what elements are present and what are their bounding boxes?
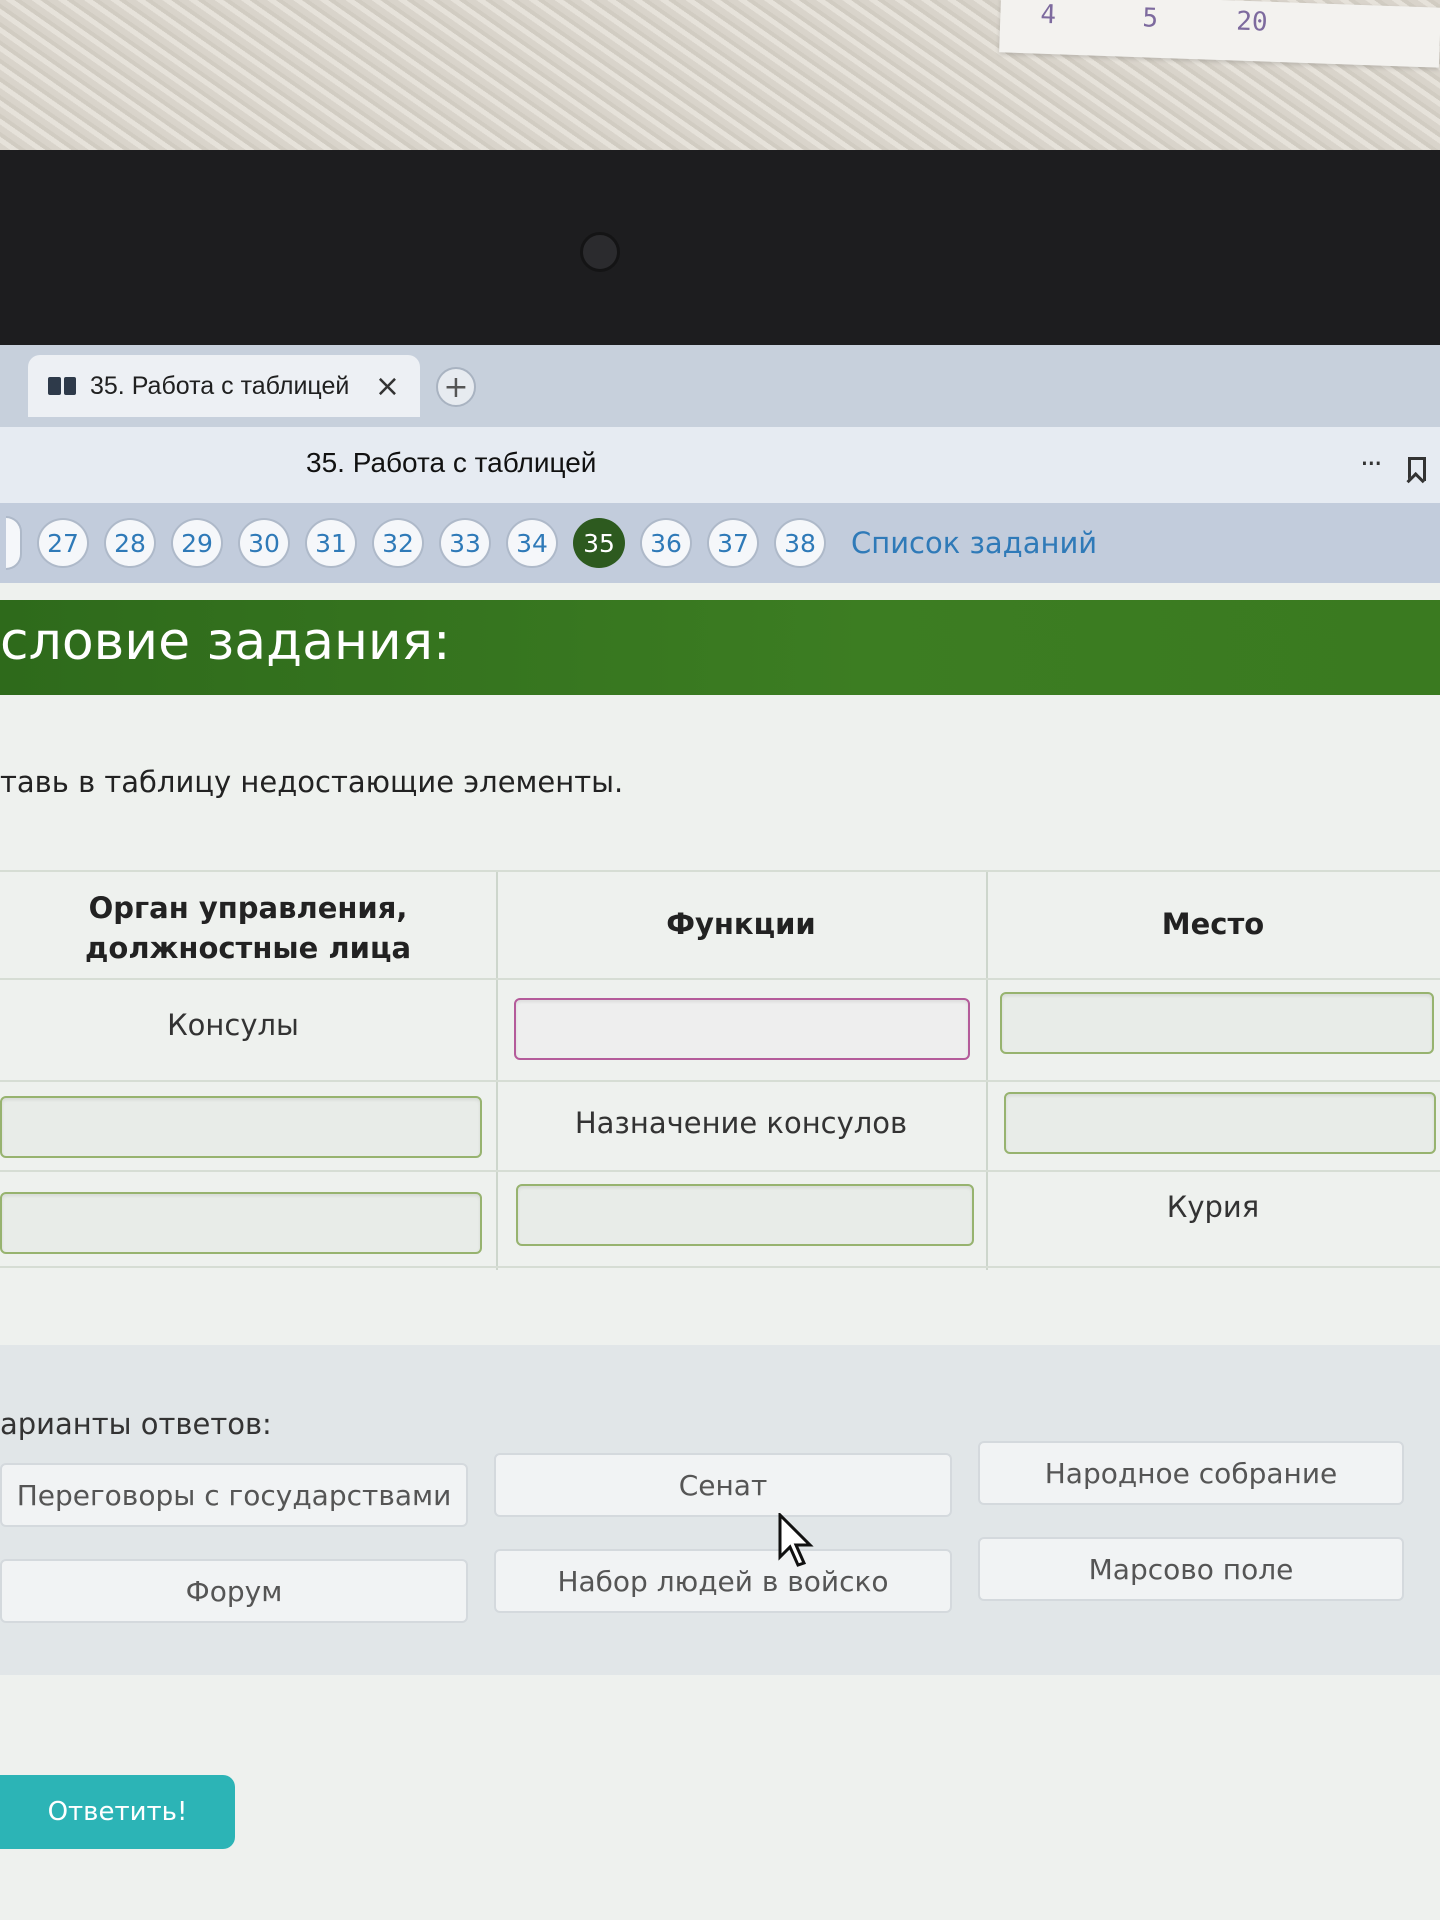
- sticky-mark: 5: [1141, 3, 1159, 34]
- task-list-link[interactable]: Список заданий: [851, 526, 1097, 560]
- answer-chip[interactable]: Переговоры с государствами: [0, 1463, 468, 1527]
- condition-header: словие задания:: [0, 600, 1440, 695]
- cell-place: Курия: [1166, 1190, 1260, 1224]
- task-number-partial[interactable]: [6, 516, 22, 570]
- answer-options-panel: арианты ответов: Переговоры с государств…: [0, 1345, 1440, 1675]
- task-number[interactable]: 31: [305, 518, 357, 568]
- column-header-organ: Орган управления, должностные лица: [0, 888, 496, 968]
- answer-chip[interactable]: Народное собрание: [978, 1441, 1404, 1505]
- bookmark-icon[interactable]: [1408, 457, 1426, 481]
- table-divider: [0, 1170, 1440, 1172]
- task-number[interactable]: 28: [104, 518, 156, 568]
- mouse-cursor-icon: [778, 1513, 814, 1567]
- task-number[interactable]: 36: [640, 518, 692, 568]
- webcam: [580, 232, 620, 272]
- drop-slot-function[interactable]: [514, 998, 970, 1060]
- more-menu-icon[interactable]: ···: [1360, 447, 1383, 480]
- task-number[interactable]: 29: [171, 518, 223, 568]
- title-bar: 35. Работа с таблицей ···: [0, 427, 1440, 503]
- column-header-functions: Функции: [666, 907, 816, 941]
- task-number[interactable]: 38: [774, 518, 826, 568]
- task-number[interactable]: 34: [506, 518, 558, 568]
- answer-chip[interactable]: Сенат: [494, 1453, 952, 1517]
- table-divider: [0, 1080, 1440, 1082]
- task-number[interactable]: 33: [439, 518, 491, 568]
- answer-chip[interactable]: Марсово поле: [978, 1537, 1404, 1601]
- close-icon[interactable]: ×: [375, 369, 400, 404]
- sticky-mark: 4: [1039, 0, 1057, 31]
- header-line: Орган управления,: [88, 891, 408, 925]
- screen: 35. Работа с таблицей × + 35. Работа с т…: [0, 345, 1440, 1920]
- tab-strip: 35. Работа с таблицей × +: [0, 345, 1440, 427]
- table-divider: [0, 1266, 1440, 1268]
- answer-chip[interactable]: Форум: [0, 1559, 468, 1623]
- condition-title: словие задания:: [0, 612, 451, 672]
- book-icon: [48, 377, 76, 395]
- instruction-text: тавь в таблицу недостающие элементы.: [0, 765, 624, 799]
- page-title: 35. Работа с таблицей: [306, 447, 597, 478]
- drop-slot-organ[interactable]: [0, 1096, 482, 1158]
- header-line: должностные лица: [84, 931, 412, 965]
- new-tab-button[interactable]: +: [436, 367, 476, 407]
- answer-table: Орган управления, должностные лица Функц…: [0, 870, 1440, 1270]
- browser-tab[interactable]: 35. Работа с таблицей ×: [28, 355, 420, 417]
- task-number[interactable]: 30: [238, 518, 290, 568]
- task-number-active[interactable]: 35: [573, 518, 625, 568]
- task-number[interactable]: 37: [707, 518, 759, 568]
- answer-chip[interactable]: Набор людей в войско: [494, 1549, 952, 1613]
- column-header-place: Место: [1161, 907, 1265, 941]
- task-number[interactable]: 27: [37, 518, 89, 568]
- task-number[interactable]: 32: [372, 518, 424, 568]
- tab-title: 35. Работа с таблицей: [90, 371, 350, 400]
- drop-slot-place[interactable]: [1004, 1092, 1436, 1154]
- task-navigation: 27 28 29 30 31 32 33 34 35 36 37 38 Спис…: [0, 503, 1440, 583]
- cell-function: Назначение консулов: [574, 1106, 908, 1140]
- sticky-mark: 20: [1235, 6, 1269, 38]
- table-divider: [0, 870, 1440, 872]
- submit-button[interactable]: Ответить!: [0, 1775, 235, 1849]
- table-divider: [0, 978, 1440, 980]
- laptop-bezel: [0, 150, 1440, 345]
- drop-slot-place[interactable]: [1000, 992, 1434, 1054]
- cell-organ: Консулы: [167, 1008, 299, 1042]
- drop-slot-organ[interactable]: [0, 1192, 482, 1254]
- answers-label: арианты ответов:: [0, 1407, 272, 1441]
- drop-slot-function[interactable]: [516, 1184, 974, 1246]
